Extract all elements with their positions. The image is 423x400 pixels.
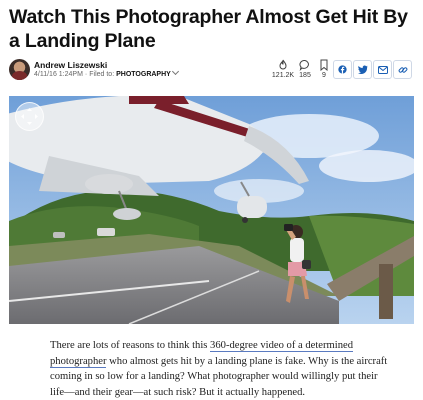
byline: Andrew Liszewski 4/11/16 1:24PM · Filed to… [9,59,414,83]
share-link-button[interactable] [393,60,412,79]
filed-to-label: Filed to: [89,71,115,78]
facebook-icon [338,65,347,74]
article-body-paragraph: There are lots of reasons to think this … [50,338,390,400]
article-headline: Watch This Photographer Almost Get Hit B… [9,6,408,52]
share-twitter-button[interactable] [353,60,372,79]
body-text-lead: There are lots of reasons to think this [50,340,211,351]
author-avatar[interactable] [9,59,30,80]
email-icon [377,65,388,74]
article-meta: 4/11/16 1:24PM · Filed to: PHOTOGRAPHY [34,67,179,78]
video-still-image [9,96,414,324]
share-email-button[interactable] [373,60,392,79]
link-icon [398,66,407,73]
comment-icon [299,59,309,71]
author-name[interactable]: Andrew Liszewski [34,60,107,70]
category-link[interactable]: PHOTOGRAPHY [116,71,171,78]
share-facebook-button[interactable] [333,60,352,79]
video-360-player[interactable] [9,96,414,324]
chevron-down-icon[interactable] [171,67,179,76]
flame-icon [279,59,287,70]
360-navigation-control[interactable] [15,102,44,131]
timestamp: 4/11/16 1:24PM [34,71,83,78]
bookmark-icon [320,59,328,71]
twitter-icon [357,65,368,74]
pan-arrows-icon [21,108,38,125]
